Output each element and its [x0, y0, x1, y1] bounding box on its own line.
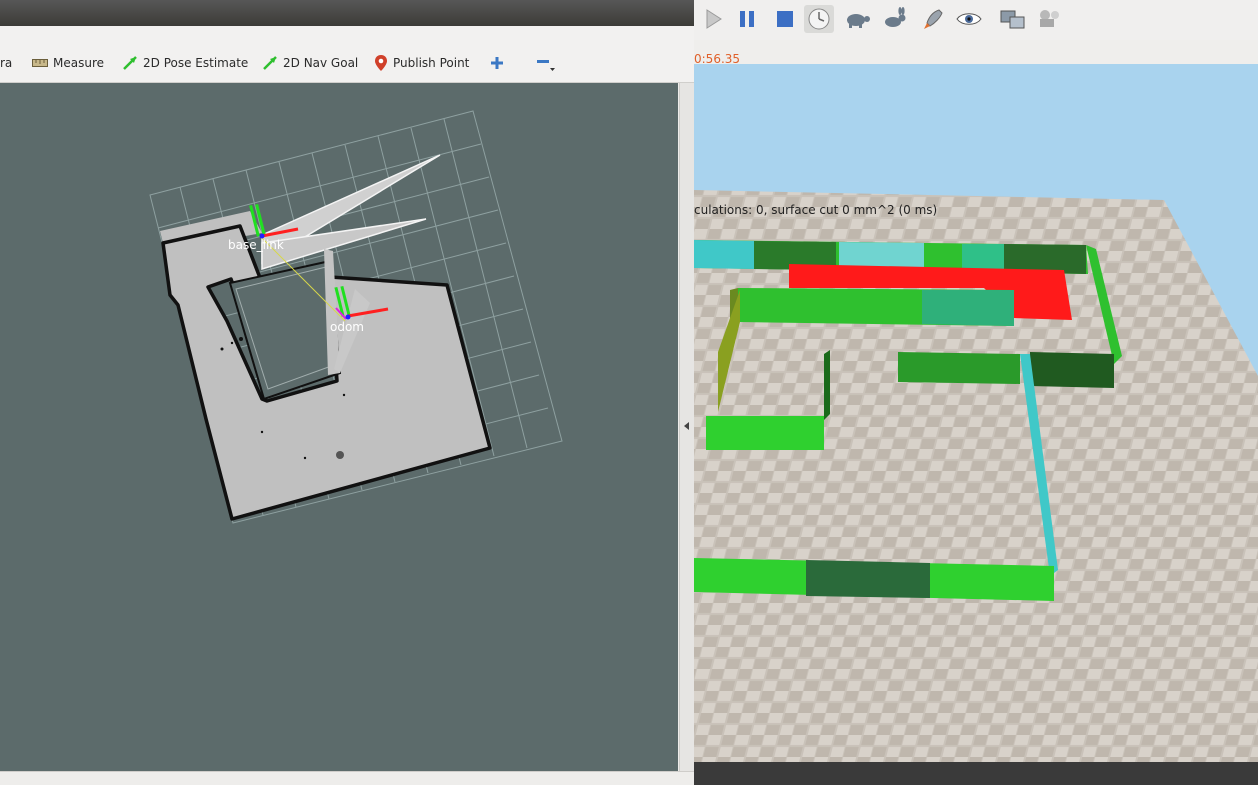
rocket-icon: [924, 9, 943, 29]
stop-icon: [777, 11, 793, 27]
minus-icon: [537, 60, 555, 71]
occupancy-map: [160, 154, 492, 521]
tool-measure[interactable]: Measure: [32, 54, 104, 72]
pause-button[interactable]: [732, 5, 762, 33]
turtle-icon: [847, 14, 870, 28]
tool-publish-point[interactable]: Publish Point: [374, 54, 469, 72]
physics-overlay-text: culations: 0, surface cut 0 mm^2 (0 ms): [694, 203, 937, 217]
remove-tool-button[interactable]: [536, 54, 561, 72]
green-arrow-icon: [263, 56, 277, 70]
pause-icon: [740, 11, 754, 27]
rviz-toolbar: ra Measure 2D Pose Estimate 2D Nav Goal …: [0, 26, 694, 83]
rviz-3d-viewport[interactable]: base_link odom: [0, 83, 678, 771]
tool-2d-nav-goal-label: 2D Nav Goal: [283, 56, 359, 70]
clock-icon: [808, 8, 830, 30]
play-icon: [706, 9, 722, 29]
rocket-button[interactable]: [918, 5, 948, 33]
frame-label-base-link: base_link: [228, 238, 284, 252]
stop-button[interactable]: [770, 5, 800, 33]
plus-icon: [491, 57, 503, 69]
gazebo-3d-viewport[interactable]: culations: 0, surface cut 0 mm^2 (0 ms): [694, 64, 1258, 785]
tool-publish-point-label: Publish Point: [393, 56, 470, 70]
tool-camera-label: ra: [0, 56, 13, 70]
screenshot-button[interactable]: [998, 5, 1028, 33]
gazebo-toolbar: [694, 0, 1258, 41]
tool-2d-nav-goal[interactable]: 2D Nav Goal: [262, 54, 358, 72]
viewport-bottom-edge: [694, 762, 1258, 785]
tool-measure-label: Measure: [53, 56, 104, 70]
gazebo-window: 0:56.35 culations: 0, surface cut 0 mm^2…: [694, 0, 1258, 785]
frame-label-odom: odom: [330, 320, 364, 334]
rabbit-icon: [885, 7, 906, 27]
rviz-titlebar: [0, 0, 694, 26]
screens-icon: [1000, 10, 1025, 29]
tool-camera[interactable]: ra: [0, 54, 12, 72]
green-arrow-icon: [123, 56, 137, 70]
rviz-panel-splitter[interactable]: [679, 83, 694, 771]
ruler-icon: [32, 59, 48, 67]
map-pin-icon: [375, 55, 387, 71]
view-button[interactable]: [954, 5, 984, 33]
gazebo-scene: culations: 0, surface cut 0 mm^2 (0 ms): [694, 190, 1258, 785]
add-tool-button[interactable]: [490, 54, 509, 72]
robot-button[interactable]: [1034, 5, 1064, 33]
real-time-button[interactable]: [804, 5, 834, 33]
eye-icon: [956, 13, 982, 25]
rviz-statusbar: [0, 771, 694, 785]
tool-2d-pose-estimate-label: 2D Pose Estimate: [143, 56, 249, 70]
tool-2d-pose-estimate[interactable]: 2D Pose Estimate: [122, 54, 248, 72]
play-button[interactable]: [698, 5, 728, 33]
rviz-window: ra Measure 2D Pose Estimate 2D Nav Goal …: [0, 0, 694, 785]
fast-motion-button[interactable]: [880, 5, 910, 33]
slow-motion-button[interactable]: [842, 5, 872, 33]
robot-icon: [1040, 10, 1059, 27]
map-render: base_link odom: [149, 110, 563, 524]
collapse-arrow-icon: [684, 422, 689, 430]
sim-time-bar: 0:56.35: [694, 40, 1258, 66]
